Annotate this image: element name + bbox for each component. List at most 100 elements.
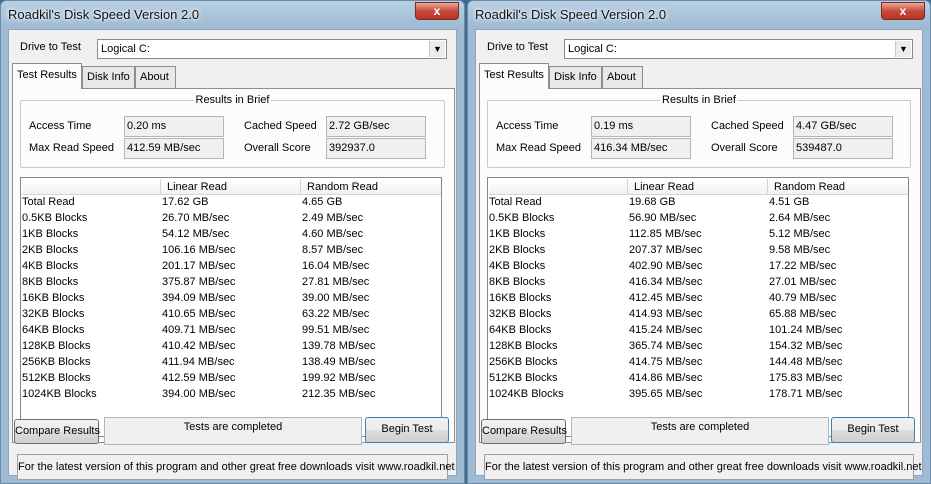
table-row[interactable]: Total Read 17.62 GB 4.65 GB: [22, 195, 440, 211]
linear-read-cell: 412.59 MB/sec: [162, 372, 236, 384]
table-row[interactable]: 256KB Blocks 411.94 MB/sec 138.49 MB/sec: [22, 355, 440, 371]
chevron-down-icon[interactable]: ▼: [429, 41, 445, 57]
linear-read-cell: 106.16 MB/sec: [162, 244, 236, 256]
random-read-cell: 17.22 MB/sec: [769, 260, 837, 272]
row-label: 128KB Blocks: [489, 340, 558, 352]
close-icon[interactable]: x: [415, 2, 459, 20]
overall-score-value: 539487.0: [793, 138, 893, 159]
table-row[interactable]: 16KB Blocks 394.09 MB/sec 39.00 MB/sec: [22, 291, 440, 307]
tab-about[interactable]: About: [602, 66, 643, 88]
table-row[interactable]: 1KB Blocks 112.85 MB/sec 5.12 MB/sec: [489, 227, 907, 243]
compare-results-button[interactable]: Compare Results: [481, 419, 567, 444]
random-read-cell: 4.60 MB/sec: [302, 228, 364, 240]
table-row[interactable]: 64KB Blocks 415.24 MB/sec 101.24 MB/sec: [489, 323, 907, 339]
footer-link[interactable]: For the latest version of this program a…: [17, 454, 455, 480]
row-label: 8KB Blocks: [489, 276, 546, 288]
table-row[interactable]: 512KB Blocks 412.59 MB/sec 199.92 MB/sec: [22, 371, 440, 387]
column-header-blank[interactable]: [489, 179, 628, 195]
linear-read-cell: 17.62 GB: [162, 196, 209, 208]
tab-disk-info[interactable]: Disk Info: [82, 66, 135, 88]
begin-test-button[interactable]: Begin Test: [831, 417, 915, 443]
linear-read-cell: 411.94 MB/sec: [162, 356, 235, 368]
linear-read-cell: 56.90 MB/sec: [629, 212, 697, 224]
row-label: 512KB Blocks: [22, 372, 91, 384]
table-row[interactable]: 2KB Blocks 106.16 MB/sec 8.57 MB/sec: [22, 243, 440, 259]
table-row[interactable]: 0.5KB Blocks 56.90 MB/sec 2.64 MB/sec: [489, 211, 907, 227]
table-row[interactable]: 256KB Blocks 414.75 MB/sec 144.48 MB/sec: [489, 355, 907, 371]
row-label: 2KB Blocks: [489, 244, 546, 256]
row-label: 1024KB Blocks: [22, 388, 97, 400]
linear-read-cell: 112.85 MB/sec: [629, 228, 702, 240]
drive-select[interactable]: Logical C: ▼: [564, 39, 913, 59]
results-list[interactable]: Linear Read Random Read Total Read 17.62…: [20, 177, 442, 437]
table-row[interactable]: 1024KB Blocks 394.00 MB/sec 212.35 MB/se…: [22, 387, 440, 403]
linear-read-cell: 414.75 MB/sec: [629, 356, 703, 368]
overall-score-label: Overall Score: [711, 142, 778, 154]
row-label: 32KB Blocks: [22, 308, 85, 320]
close-icon[interactable]: x: [881, 2, 925, 20]
table-row[interactable]: 128KB Blocks 410.42 MB/sec 139.78 MB/sec: [22, 339, 440, 355]
random-read-cell: 154.32 MB/sec: [769, 340, 843, 352]
column-header-blank[interactable]: [22, 179, 161, 195]
random-read-cell: 27.81 MB/sec: [302, 276, 370, 288]
access-time-value: 0.19 ms: [591, 116, 691, 137]
table-row[interactable]: 16KB Blocks 412.45 MB/sec 40.79 MB/sec: [489, 291, 907, 307]
linear-read-cell: 414.86 MB/sec: [629, 372, 703, 384]
tab-about[interactable]: About: [135, 66, 176, 88]
table-row[interactable]: 1KB Blocks 54.12 MB/sec 4.60 MB/sec: [22, 227, 440, 243]
linear-read-cell: 409.71 MB/sec: [162, 324, 236, 336]
tab-disk-info[interactable]: Disk Info: [549, 66, 602, 88]
linear-read-cell: 365.74 MB/sec: [629, 340, 703, 352]
footer-link[interactable]: For the latest version of this program a…: [484, 454, 922, 480]
random-read-cell: 9.58 MB/sec: [769, 244, 831, 256]
cached-speed-value: 4.47 GB/sec: [793, 116, 893, 137]
drive-select[interactable]: Logical C: ▼: [97, 39, 447, 59]
row-label: Total Read: [22, 196, 75, 208]
table-row[interactable]: 1024KB Blocks 395.65 MB/sec 178.71 MB/se…: [489, 387, 907, 403]
linear-read-cell: 26.70 MB/sec: [162, 212, 230, 224]
table-row[interactable]: Total Read 19.68 GB 4.51 GB: [489, 195, 907, 211]
drive-label: Drive to Test: [487, 41, 548, 53]
table-row[interactable]: 512KB Blocks 414.86 MB/sec 175.83 MB/sec: [489, 371, 907, 387]
row-label: 0.5KB Blocks: [22, 212, 88, 224]
table-row[interactable]: 64KB Blocks 409.71 MB/sec 99.51 MB/sec: [22, 323, 440, 339]
status-text: Tests are completed: [571, 417, 829, 445]
tab-test-results[interactable]: Test Results: [12, 63, 82, 89]
column-header-linear-read[interactable]: Linear Read: [161, 179, 301, 195]
linear-read-cell: 201.17 MB/sec: [162, 260, 236, 272]
column-header-random-read[interactable]: Random Read: [768, 179, 908, 195]
title-bar[interactable]: Roadkil's Disk Speed Version 2.0 x: [468, 1, 930, 29]
table-row[interactable]: 128KB Blocks 365.74 MB/sec 154.32 MB/sec: [489, 339, 907, 355]
table-row[interactable]: 4KB Blocks 201.17 MB/sec 16.04 MB/sec: [22, 259, 440, 275]
chevron-down-icon[interactable]: ▼: [895, 41, 911, 57]
title-bar[interactable]: Roadkil's Disk Speed Version 2.0 x: [1, 1, 464, 29]
table-row[interactable]: 2KB Blocks 207.37 MB/sec 9.58 MB/sec: [489, 243, 907, 259]
random-read-cell: 40.79 MB/sec: [769, 292, 837, 304]
tab-test-results[interactable]: Test Results: [479, 63, 549, 89]
group-title: Results in Brief: [193, 94, 272, 106]
access-time-label: Access Time: [29, 120, 92, 132]
random-read-cell: 175.83 MB/sec: [769, 372, 843, 384]
group-title: Results in Brief: [660, 94, 738, 106]
compare-results-button[interactable]: Compare Results: [14, 419, 100, 444]
random-read-cell: 2.49 MB/sec: [302, 212, 364, 224]
table-row[interactable]: 0.5KB Blocks 26.70 MB/sec 2.49 MB/sec: [22, 211, 440, 227]
table-row[interactable]: 8KB Blocks 375.87 MB/sec 27.81 MB/sec: [22, 275, 440, 291]
table-row[interactable]: 8KB Blocks 416.34 MB/sec 27.01 MB/sec: [489, 275, 907, 291]
table-row[interactable]: 32KB Blocks 414.93 MB/sec 65.88 MB/sec: [489, 307, 907, 323]
table-row[interactable]: 4KB Blocks 402.90 MB/sec 17.22 MB/sec: [489, 259, 907, 275]
begin-test-button[interactable]: Begin Test: [365, 417, 449, 443]
linear-read-cell: 395.65 MB/sec: [629, 388, 703, 400]
linear-read-cell: 394.09 MB/sec: [162, 292, 236, 304]
drive-select-value: Logical C:: [568, 43, 617, 55]
results-list[interactable]: Linear Read Random Read Total Read 19.68…: [487, 177, 909, 437]
random-read-cell: 212.35 MB/sec: [302, 388, 376, 400]
row-label: 64KB Blocks: [489, 324, 552, 336]
column-header-linear-read[interactable]: Linear Read: [628, 179, 768, 195]
max-read-value: 412.59 MB/sec: [124, 138, 224, 159]
row-label: 8KB Blocks: [22, 276, 79, 288]
cached-speed-label: Cached Speed: [244, 120, 317, 132]
table-row[interactable]: 32KB Blocks 410.65 MB/sec 63.22 MB/sec: [22, 307, 440, 323]
random-read-cell: 5.12 MB/sec: [769, 228, 831, 240]
column-header-random-read[interactable]: Random Read: [301, 179, 441, 195]
